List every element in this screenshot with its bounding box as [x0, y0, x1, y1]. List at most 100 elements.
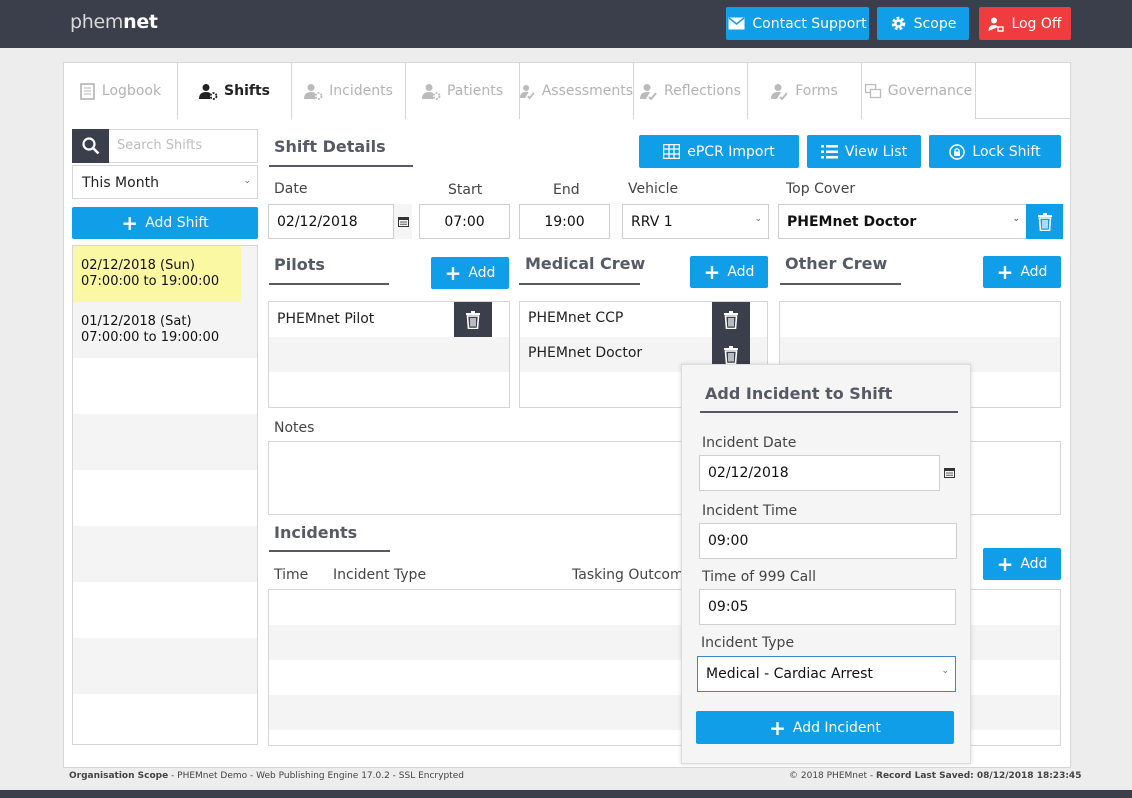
- lock-icon: [949, 143, 966, 160]
- lock-shift-button[interactable]: Lock Shift: [929, 135, 1061, 168]
- trash-icon: [466, 310, 480, 329]
- log-off-button[interactable]: Log Off: [979, 7, 1071, 40]
- tab-forms[interactable]: Forms: [748, 63, 862, 119]
- plus-icon: +: [996, 260, 1014, 284]
- shift-details-title: Shift Details: [274, 137, 386, 156]
- scope-label: Scope: [913, 15, 957, 32]
- shift-list: 02/12/2018 (Sun) 07:00:00 to 19:00:00 01…: [72, 245, 258, 745]
- section-underline: [780, 283, 901, 285]
- shift-filter-select[interactable]: This Month ⌄: [72, 165, 258, 199]
- search-button[interactable]: [72, 129, 109, 163]
- vehicle-label: Vehicle: [628, 181, 679, 197]
- user-cog-icon: [199, 83, 218, 100]
- plus-icon: +: [996, 552, 1014, 576]
- section-underline: [700, 411, 958, 413]
- footer-left: Organisation Scope - PHEMnet Demo - Web …: [69, 771, 464, 781]
- top-bar: phemnet Contact Support Scope Log Off: [0, 0, 1132, 48]
- remove-top-cover-button[interactable]: [1026, 204, 1063, 239]
- start-label: Start: [448, 182, 483, 198]
- search-input[interactable]: Search Shifts: [117, 138, 202, 153]
- tab-governance[interactable]: Governance: [862, 63, 976, 119]
- incident-type-select[interactable]: Medical - Cardiac Arrest ⌄: [697, 656, 956, 692]
- pilot-list-item[interactable]: PHEMnet Pilot: [269, 302, 509, 337]
- contact-support-button[interactable]: Contact Support: [726, 7, 869, 40]
- trash-icon: [724, 310, 738, 329]
- section-underline: [269, 283, 389, 285]
- calendar-icon[interactable]: [939, 455, 958, 491]
- incident-time-label: Incident Time: [702, 503, 798, 519]
- footer-right: © 2018 PHEMnet - Record Last Saved: 08/1…: [789, 771, 1082, 781]
- bottom-bar: [0, 790, 1132, 798]
- chevron-down-icon: ⌄: [754, 214, 762, 224]
- tab-assessments[interactable]: Assessments: [520, 63, 634, 119]
- chevron-down-icon: ⌄: [243, 176, 251, 186]
- user-check-icon: [520, 84, 535, 99]
- plus-icon: +: [703, 260, 721, 284]
- add-incident-button[interactable]: + Add: [983, 548, 1061, 580]
- pilots-title: Pilots: [274, 255, 325, 274]
- remove-pilot-button[interactable]: [454, 302, 492, 337]
- other-crew-title: Other Crew: [785, 254, 888, 273]
- incident-date-input[interactable]: 02/12/2018: [699, 455, 958, 491]
- tab-incidents[interactable]: Incidents: [292, 63, 406, 119]
- shift-list-empty-row: [73, 694, 257, 744]
- list-icon: [820, 144, 838, 158]
- search-icon: [81, 137, 99, 155]
- shift-list-empty-row: [73, 358, 257, 414]
- add-shift-button[interactable]: + Add Shift: [72, 207, 258, 239]
- user-logout-icon: [988, 17, 1005, 32]
- gear-icon: [891, 16, 905, 31]
- add-medical-crew-button[interactable]: + Add: [690, 256, 768, 288]
- tab-reflections[interactable]: Reflections: [634, 63, 748, 119]
- remove-crew-button[interactable]: [712, 302, 750, 337]
- user-cog-icon: [304, 83, 323, 100]
- book-icon: [80, 82, 95, 100]
- popup-title: Add Incident to Shift: [705, 384, 893, 403]
- shift-start-input[interactable]: 07:00: [419, 204, 510, 239]
- add-other-crew-button[interactable]: + Add: [983, 256, 1061, 288]
- governance-icon: [864, 83, 881, 98]
- view-list-button[interactable]: View List: [807, 135, 921, 168]
- table-icon: [663, 144, 681, 159]
- envelope-icon: [728, 17, 745, 30]
- user-check-icon: [771, 83, 788, 100]
- user-cog-icon: [421, 83, 441, 100]
- top-cover-label: Top Cover: [786, 181, 856, 197]
- top-cover-select[interactable]: PHEMnet Doctor ⌄: [778, 204, 1027, 239]
- scope-button[interactable]: Scope: [877, 7, 969, 40]
- time-of-999-call-input[interactable]: 09:05: [699, 589, 956, 625]
- log-off-label: Log Off: [1011, 15, 1062, 32]
- shift-date-input[interactable]: 02/12/2018: [268, 204, 412, 239]
- shift-list-empty-row: [73, 470, 257, 526]
- shift-list-item[interactable]: 01/12/2018 (Sat) 07:00:00 to 19:00:00: [73, 302, 257, 358]
- search-box: Search Shifts: [72, 129, 258, 163]
- column-header-incident-type: Incident Type: [333, 567, 427, 583]
- incident-time-input[interactable]: 09:00: [699, 523, 957, 559]
- calendar-icon[interactable]: [393, 204, 412, 239]
- notes-label: Notes: [274, 420, 315, 436]
- shift-list-empty-row: [73, 582, 257, 638]
- add-incident-submit-button[interactable]: + Add Incident: [696, 711, 954, 744]
- incident-date-label: Incident Date: [702, 435, 797, 451]
- tab-logbook[interactable]: Logbook: [64, 63, 178, 119]
- contact-support-label: Contact Support: [752, 15, 867, 32]
- medical-crew-list-item[interactable]: PHEMnet CCP: [520, 302, 767, 337]
- pilots-list: PHEMnet Pilot: [268, 301, 510, 408]
- epcr-import-button[interactable]: ePCR Import: [639, 135, 799, 168]
- medical-crew-title: Medical Crew: [525, 254, 646, 273]
- shift-list-item[interactable]: 02/12/2018 (Sun) 07:00:00 to 19:00:00: [73, 246, 257, 302]
- end-label: End: [553, 182, 580, 198]
- add-incident-popup: Add Incident to Shift Incident Date 02/1…: [681, 364, 971, 764]
- vehicle-select[interactable]: RRV 1 ⌄: [622, 204, 769, 239]
- chevron-down-icon: ⌄: [941, 666, 949, 676]
- tab-shifts[interactable]: Shifts: [178, 63, 292, 120]
- shift-list-empty-row: [73, 526, 257, 582]
- column-header-time: Time: [274, 567, 309, 583]
- section-underline: [519, 283, 640, 285]
- tab-patients[interactable]: Patients: [406, 63, 520, 119]
- shift-end-input[interactable]: 19:00: [519, 204, 610, 239]
- list-empty-row: [780, 302, 1060, 337]
- user-check-icon: [640, 83, 657, 100]
- add-pilot-button[interactable]: + Add: [431, 257, 509, 289]
- plus-icon: +: [444, 261, 462, 285]
